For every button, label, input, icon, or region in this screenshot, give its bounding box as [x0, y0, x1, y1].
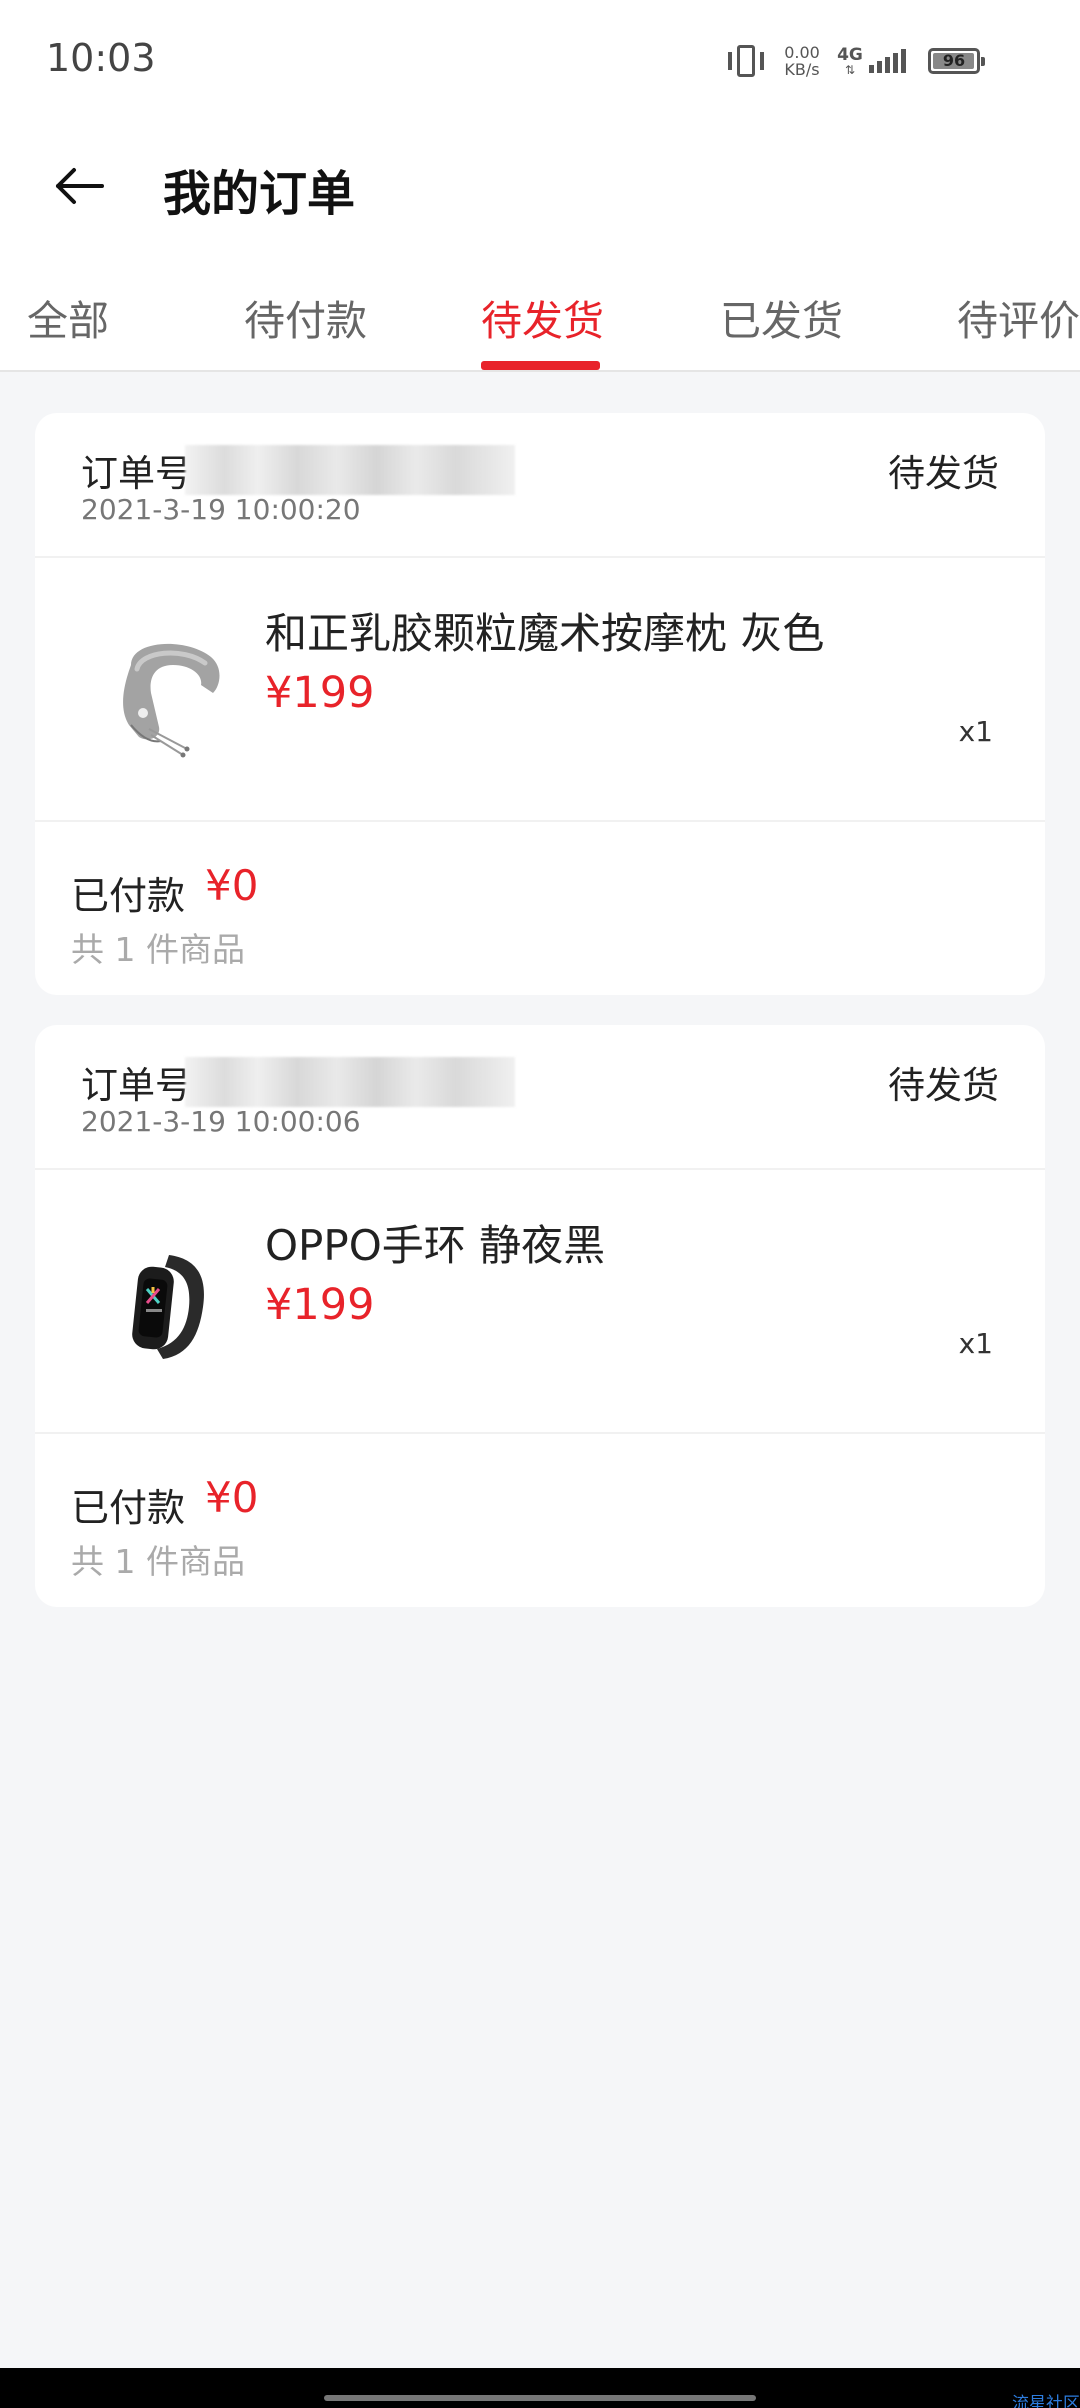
signal-icon [869, 49, 906, 73]
order-number-label: 订单号 [81, 1064, 192, 1107]
tab-shipped[interactable]: 已发货 [720, 287, 843, 347]
paid-amount: ¥0 [205, 1473, 259, 1522]
arrow-left-icon[interactable] [52, 158, 108, 214]
item-count: 共 1 件商品 [71, 930, 245, 969]
status-icons: 0.00 KB/s 4G ⇅ 96 [725, 40, 985, 82]
network-speed: 0.00 KB/s [781, 44, 823, 78]
neck-pillow-image [123, 643, 220, 758]
home-indicator[interactable] [324, 2395, 756, 2401]
battery-icon: 96 [928, 48, 985, 74]
tab-pending-shipment[interactable]: 待发货 [481, 287, 604, 347]
page-title: 我的订单 [163, 166, 356, 222]
product-quantity: x1 [958, 1327, 993, 1360]
product-row[interactable]: 和正乳胶颗粒魔术按摩枕 灰色 ¥199 x1 [35, 560, 1045, 822]
vibrate-icon [725, 43, 767, 79]
product-price: ¥199 [265, 1280, 375, 1330]
watermark: 流星社区 [1012, 2394, 1080, 2408]
tab-all[interactable]: 全部 [27, 287, 109, 347]
order-time: 2021-3-19 10:00:20 [81, 493, 361, 526]
tab-pending-review[interactable]: 待评价 [957, 287, 1080, 347]
top-panel: 10:03 0.00 KB/s 4G ⇅ 96 我的订单 全部 待付款 待发货 … [0, 0, 1080, 372]
tab-pending-payment[interactable]: 待付款 [244, 287, 367, 347]
order-card[interactable]: 订单号 待发货 2021-3-19 10:00:06 OPPO手环 静夜黑 ¥1… [35, 1025, 1045, 1607]
product-price: ¥199 [265, 668, 375, 718]
order-status: 待发货 [888, 1064, 999, 1107]
order-header: 订单号 待发货 2021-3-19 10:00:20 [35, 413, 1045, 558]
product-row[interactable]: OPPO手环 静夜黑 ¥199 x1 [35, 1172, 1045, 1434]
network-speed-unit: KB/s [784, 60, 820, 79]
order-footer: 已付款 ¥0 共 1 件商品 [35, 1435, 1045, 1607]
product-name: 和正乳胶颗粒魔术按摩枕 灰色 [265, 609, 825, 658]
smart-band-image [132, 1255, 204, 1359]
data-arrows-icon: ⇅ [844, 63, 856, 77]
order-footer: 已付款 ¥0 共 1 件商品 [35, 823, 1045, 995]
paid-amount: ¥0 [205, 861, 259, 910]
status-time: 10:03 [46, 36, 156, 80]
order-tabs: 全部 待付款 待发货 已发货 待评价 [0, 275, 1080, 372]
order-card[interactable]: 订单号 待发货 2021-3-19 10:00:20 和正乳胶颗粒魔术按摩枕 灰… [35, 413, 1045, 995]
product-name: OPPO手环 静夜黑 [265, 1221, 606, 1270]
network-speed-value: 0.00 [784, 43, 820, 62]
network-type: 4G ⇅ [837, 46, 863, 76]
item-count: 共 1 件商品 [71, 1542, 245, 1581]
header: 我的订单 [0, 130, 1080, 240]
battery-level: 96 [942, 51, 966, 70]
order-number-redacted [185, 1057, 515, 1107]
order-header: 订单号 待发货 2021-3-19 10:00:06 [35, 1025, 1045, 1170]
order-time: 2021-3-19 10:00:06 [81, 1105, 361, 1138]
order-number-label: 订单号 [81, 452, 192, 495]
network-type-label: 4G [837, 45, 863, 65]
order-status: 待发货 [888, 452, 999, 495]
navigation-bar: 流星社区 [0, 2368, 1080, 2408]
order-number-redacted [185, 445, 515, 495]
product-quantity: x1 [958, 715, 993, 748]
paid-label: 已付款 [71, 874, 186, 918]
status-bar: 10:03 0.00 KB/s 4G ⇅ 96 [0, 0, 1080, 120]
active-tab-indicator [481, 361, 600, 370]
paid-label: 已付款 [71, 1486, 186, 1530]
